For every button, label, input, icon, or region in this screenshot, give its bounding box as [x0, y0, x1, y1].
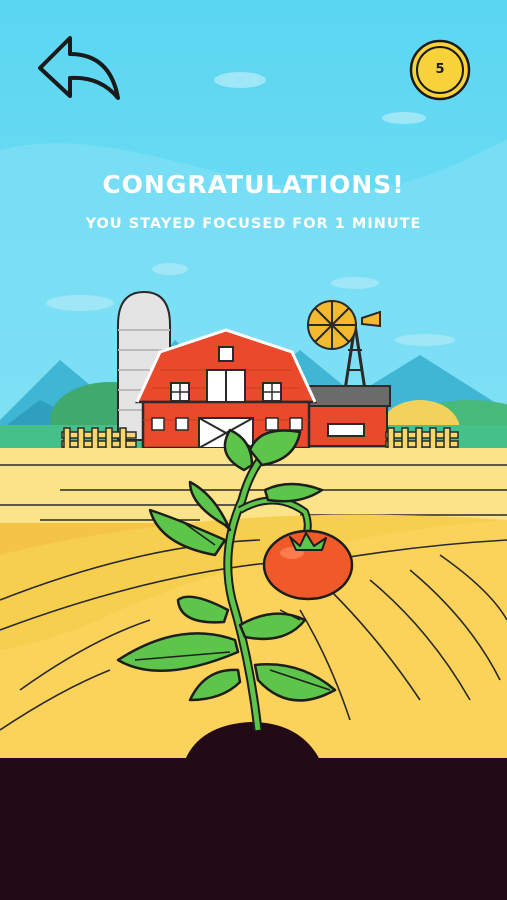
- coin-counter[interactable]: 5: [408, 38, 472, 102]
- tomato-icon: [262, 529, 354, 601]
- coin-count: 5: [435, 62, 445, 77]
- reward-screen: 5 CONGRATULATIONS! YOU STAYED FOCUSED FO…: [0, 0, 507, 900]
- back-button[interactable]: [34, 34, 124, 104]
- farm-scene: [0, 0, 507, 900]
- barn-annex: [299, 385, 391, 447]
- focus-summary: YOU STAYED FOCUSED FOR 1 MINUTE: [85, 216, 422, 232]
- congrats-title: CONGRATULATIONS!: [102, 170, 405, 199]
- back-arrow-icon: [38, 36, 120, 100]
